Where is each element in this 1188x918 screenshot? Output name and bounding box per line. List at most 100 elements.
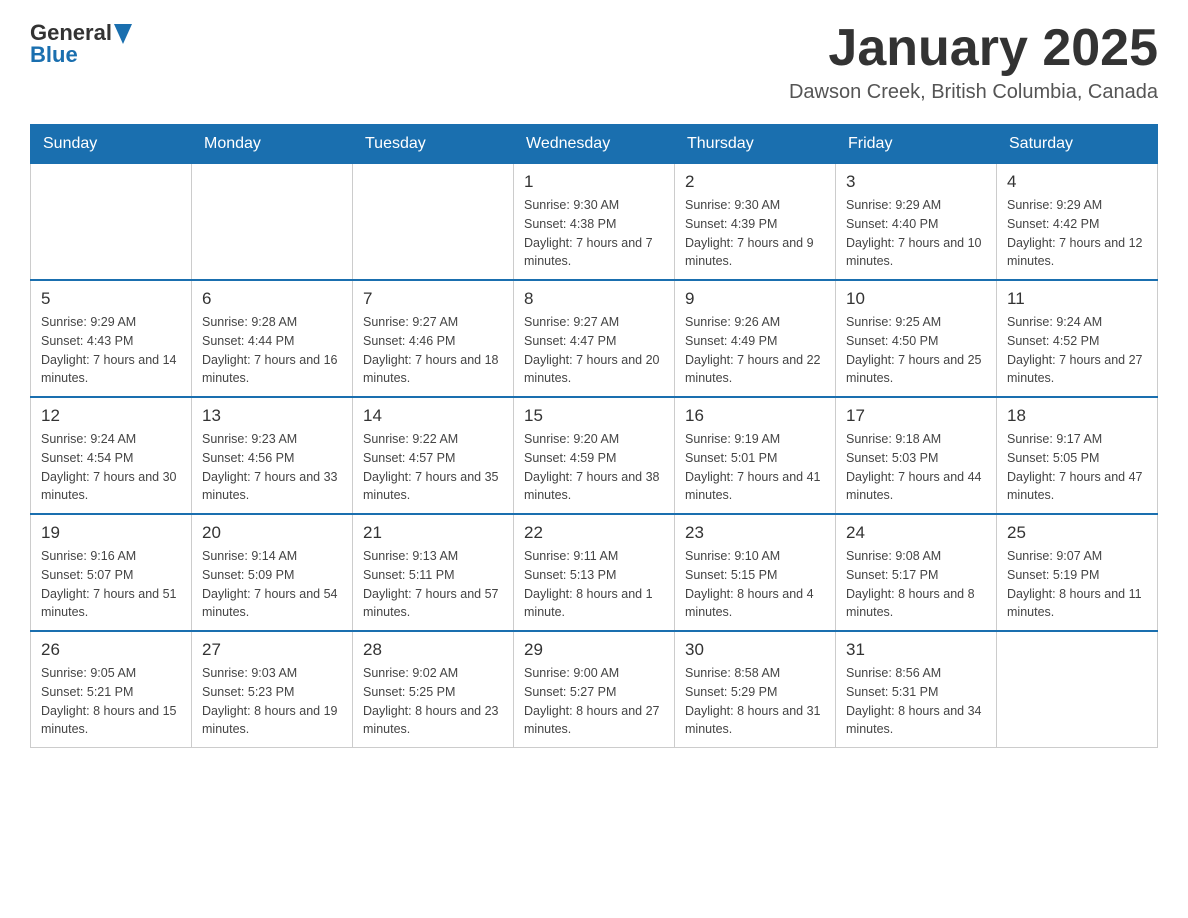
table-row: 3 Sunrise: 9:29 AMSunset: 4:40 PMDaylight… [836,164,997,281]
table-row: 7 Sunrise: 9:27 AMSunset: 4:46 PMDaylight… [353,280,514,397]
table-row: 17 Sunrise: 9:18 AMSunset: 5:03 PMDayligh… [836,397,997,514]
calendar-week-row: 26 Sunrise: 9:05 AMSunset: 5:21 PMDayligh… [31,631,1158,748]
page-header: General Blue January 2025 Dawson Creek, … [30,20,1158,104]
table-row: 25 Sunrise: 9:07 AMSunset: 5:19 PMDayligh… [997,514,1158,631]
day-info: Sunrise: 9:18 AMSunset: 5:03 PMDaylight:… [846,430,986,505]
day-info: Sunrise: 9:22 AMSunset: 4:57 PMDaylight:… [363,430,503,505]
day-info: Sunrise: 9:29 AMSunset: 4:42 PMDaylight:… [1007,196,1147,271]
table-row: 2 Sunrise: 9:30 AMSunset: 4:39 PMDaylight… [675,164,836,281]
day-info: Sunrise: 9:30 AMSunset: 4:39 PMDaylight:… [685,196,825,271]
table-row: 23 Sunrise: 9:10 AMSunset: 5:15 PMDayligh… [675,514,836,631]
table-row [31,164,192,281]
day-info: Sunrise: 9:20 AMSunset: 4:59 PMDaylight:… [524,430,664,505]
day-number: 25 [1007,523,1147,543]
day-number: 4 [1007,172,1147,192]
day-info: Sunrise: 9:14 AMSunset: 5:09 PMDaylight:… [202,547,342,622]
day-number: 13 [202,406,342,426]
day-number: 28 [363,640,503,660]
day-number: 16 [685,406,825,426]
day-info: Sunrise: 9:29 AMSunset: 4:40 PMDaylight:… [846,196,986,271]
day-number: 10 [846,289,986,309]
table-row: 19 Sunrise: 9:16 AMSunset: 5:07 PMDayligh… [31,514,192,631]
table-row: 16Sunrise: 9:19 AMSunset: 5:01 PMDayligh… [675,397,836,514]
day-number: 26 [41,640,181,660]
day-info: Sunrise: 9:28 AMSunset: 4:44 PMDaylight:… [202,313,342,388]
header-friday: Friday [836,125,997,164]
day-number: 2 [685,172,825,192]
table-row: 6 Sunrise: 9:28 AMSunset: 4:44 PMDaylight… [192,280,353,397]
day-info: Sunrise: 9:11 AMSunset: 5:13 PMDaylight:… [524,547,664,622]
day-info: Sunrise: 9:17 AMSunset: 5:05 PMDaylight:… [1007,430,1147,505]
header-tuesday: Tuesday [353,125,514,164]
header-monday: Monday [192,125,353,164]
day-info: Sunrise: 9:25 AMSunset: 4:50 PMDaylight:… [846,313,986,388]
calendar-table: Sunday Monday Tuesday Wednesday Thursday… [30,124,1158,748]
day-number: 23 [685,523,825,543]
header-sunday: Sunday [31,125,192,164]
day-number: 14 [363,406,503,426]
table-row: 14 Sunrise: 9:22 AMSunset: 4:57 PMDayligh… [353,397,514,514]
day-info: Sunrise: 8:58 AMSunset: 5:29 PMDaylight:… [685,664,825,739]
day-info: Sunrise: 9:24 AMSunset: 4:54 PMDaylight:… [41,430,181,505]
day-number: 18 [1007,406,1147,426]
day-info: Sunrise: 9:10 AMSunset: 5:15 PMDaylight:… [685,547,825,622]
table-row: 29 Sunrise: 9:00 AMSunset: 5:27 PMDayligh… [514,631,675,748]
day-number: 29 [524,640,664,660]
calendar-subtitle: Dawson Creek, British Columbia, Canada [789,81,1158,104]
logo-text-blue: Blue [30,42,78,68]
day-info: Sunrise: 9:02 AMSunset: 5:25 PMDaylight:… [363,664,503,739]
day-number: 15 [524,406,664,426]
day-number: 27 [202,640,342,660]
calendar-week-row: 19 Sunrise: 9:16 AMSunset: 5:07 PMDayligh… [31,514,1158,631]
day-info: Sunrise: 9:26 AMSunset: 4:49 PMDaylight:… [685,313,825,388]
table-row: 9 Sunrise: 9:26 AMSunset: 4:49 PMDaylight… [675,280,836,397]
title-area: January 2025 Dawson Creek, British Colum… [789,20,1158,104]
table-row: 12Sunrise: 9:24 AMSunset: 4:54 PMDayligh… [31,397,192,514]
table-row: 15 Sunrise: 9:20 AMSunset: 4:59 PMDayligh… [514,397,675,514]
table-row: 10 Sunrise: 9:25 AMSunset: 4:50 PMDayligh… [836,280,997,397]
day-number: 24 [846,523,986,543]
day-number: 20 [202,523,342,543]
day-number: 22 [524,523,664,543]
calendar-header-row: Sunday Monday Tuesday Wednesday Thursday… [31,125,1158,164]
table-row: 27 Sunrise: 9:03 AMSunset: 5:23 PMDayligh… [192,631,353,748]
calendar-title: January 2025 [789,20,1158,77]
day-number: 17 [846,406,986,426]
calendar-week-row: 1 Sunrise: 9:30 AMSunset: 4:38 PMDaylight… [31,164,1158,281]
day-info: Sunrise: 9:30 AMSunset: 4:38 PMDaylight:… [524,196,664,271]
table-row [192,164,353,281]
day-number: 21 [363,523,503,543]
day-number: 9 [685,289,825,309]
table-row: 26 Sunrise: 9:05 AMSunset: 5:21 PMDayligh… [31,631,192,748]
day-number: 8 [524,289,664,309]
day-info: Sunrise: 9:05 AMSunset: 5:21 PMDaylight:… [41,664,181,739]
logo-triangle-icon [114,24,132,44]
day-info: Sunrise: 9:03 AMSunset: 5:23 PMDaylight:… [202,664,342,739]
table-row: 31 Sunrise: 8:56 AMSunset: 5:31 PMDayligh… [836,631,997,748]
day-info: Sunrise: 8:56 AMSunset: 5:31 PMDaylight:… [846,664,986,739]
table-row: 8Sunrise: 9:27 AMSunset: 4:47 PMDaylight… [514,280,675,397]
day-number: 19 [41,523,181,543]
table-row: 18 Sunrise: 9:17 AMSunset: 5:05 PMDayligh… [997,397,1158,514]
day-number: 1 [524,172,664,192]
day-info: Sunrise: 9:27 AMSunset: 4:46 PMDaylight:… [363,313,503,388]
day-number: 31 [846,640,986,660]
day-info: Sunrise: 9:16 AMSunset: 5:07 PMDaylight:… [41,547,181,622]
header-saturday: Saturday [997,125,1158,164]
table-row: 1 Sunrise: 9:30 AMSunset: 4:38 PMDaylight… [514,164,675,281]
calendar-week-row: 12Sunrise: 9:24 AMSunset: 4:54 PMDayligh… [31,397,1158,514]
day-number: 3 [846,172,986,192]
day-info: Sunrise: 9:07 AMSunset: 5:19 PMDaylight:… [1007,547,1147,622]
day-info: Sunrise: 9:24 AMSunset: 4:52 PMDaylight:… [1007,313,1147,388]
day-number: 7 [363,289,503,309]
table-row [997,631,1158,748]
day-info: Sunrise: 9:23 AMSunset: 4:56 PMDaylight:… [202,430,342,505]
table-row: 28 Sunrise: 9:02 AMSunset: 5:25 PMDayligh… [353,631,514,748]
day-number: 6 [202,289,342,309]
day-info: Sunrise: 9:29 AMSunset: 4:43 PMDaylight:… [41,313,181,388]
table-row: 21Sunrise: 9:13 AMSunset: 5:11 PMDayligh… [353,514,514,631]
day-info: Sunrise: 9:08 AMSunset: 5:17 PMDaylight:… [846,547,986,622]
logo: General Blue [30,20,132,68]
header-wednesday: Wednesday [514,125,675,164]
day-info: Sunrise: 9:00 AMSunset: 5:27 PMDaylight:… [524,664,664,739]
